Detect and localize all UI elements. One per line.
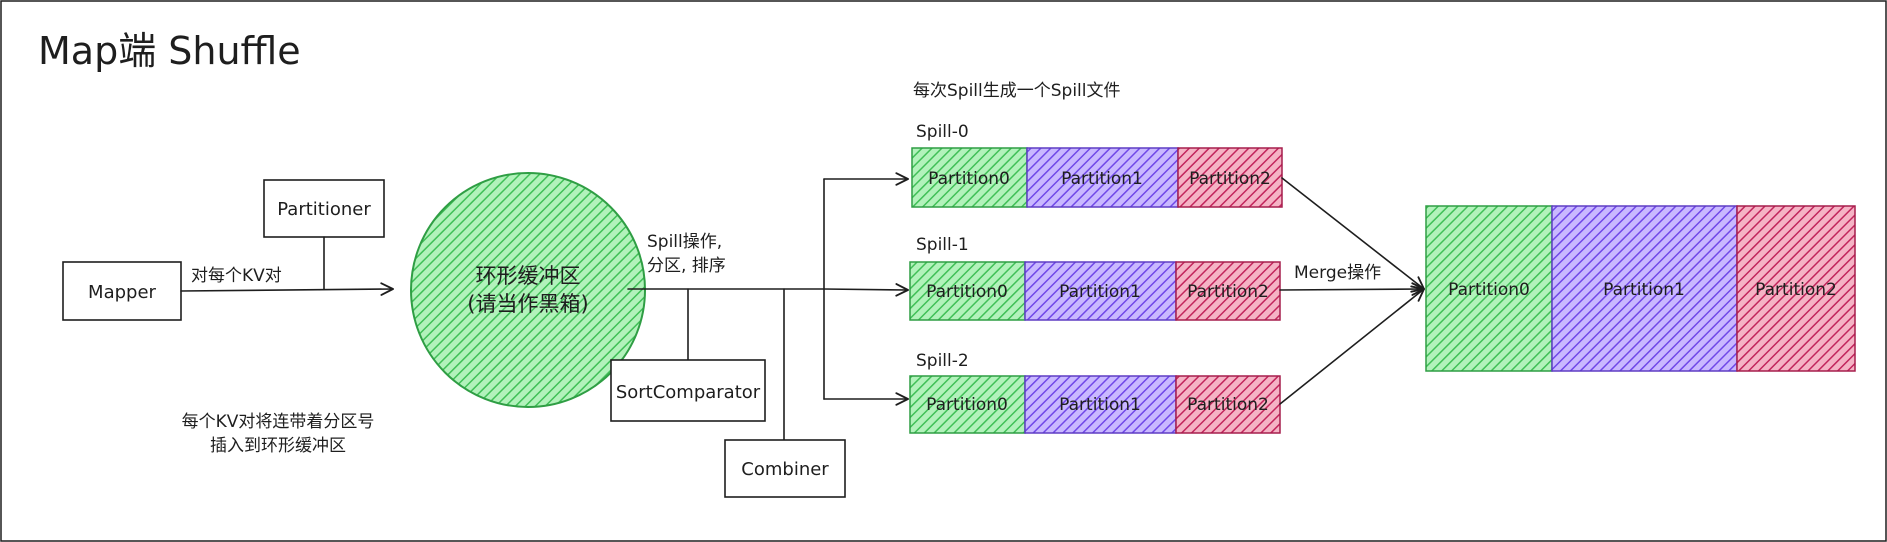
shuffle-diagram: Map端 Shuffle Mapper Partitioner 对每个KV对 环… [0,0,1887,542]
mapper-to-buffer-arrow [180,282,394,296]
partitioner-label: Partitioner [277,199,371,220]
ring-buffer-label: 环形缓冲区 [476,264,581,288]
spill-1-partition-1-label: Partition1 [1059,282,1141,302]
spill-0-file: Partition0 Partition1 Partition2 [911,147,1283,208]
merged-partition-0-label: Partition0 [1448,280,1530,300]
merged-partition-1-label: Partition1 [1603,280,1685,300]
arrow-to-spill-1 [823,283,909,297]
spill-op-sublabel: 分区, 排序 [647,256,726,276]
spill-2-file: Partition0 Partition1 Partition2 [909,375,1281,434]
kv-note-line1: 每个KV对将连带着分区号 [182,412,375,432]
spill-note: 每次Spill生成一个Spill文件 [913,81,1121,101]
spill-1-partition-2-label: Partition2 [1187,282,1269,302]
spill-1-file: Partition0 Partition1 Partition2 [909,261,1281,321]
merge-arrow-from-spill-1 [1279,282,1425,296]
kv-note-line2: 插入到环形缓冲区 [210,436,346,456]
merge-label: Merge操作 [1294,263,1381,283]
spill-0-partition-1-label: Partition1 [1061,169,1143,189]
spill-2-label: Spill-2 [916,351,969,371]
sort-comparator-label: SortComparator [616,382,761,403]
merged-file: Partition0 Partition1 Partition2 [1425,205,1856,372]
partitioner-node: Partitioner [263,179,385,238]
combiner-label: Combiner [741,459,829,480]
spill-2-partition-2-label: Partition2 [1187,395,1269,415]
spill-0-label: Spill-0 [916,122,969,142]
spill-2-partition-0-label: Partition0 [926,395,1008,415]
mapper-label: Mapper [88,282,156,303]
ring-buffer-sublabel: (请当作黑箱) [467,292,588,316]
sort-comparator-node: SortComparator [610,359,766,422]
mapper-node: Mapper [62,261,182,321]
spill-1-label: Spill-1 [916,235,969,255]
merged-partition-2-label: Partition2 [1755,280,1837,300]
spill-op-label: Spill操作, [647,232,722,252]
diagram-title: Map端 Shuffle [38,29,301,73]
ring-buffer-node: 环形缓冲区 (请当作黑箱) [410,172,646,408]
spill-0-partition-0-label: Partition0 [928,169,1010,189]
spill-2-partition-1-label: Partition1 [1059,395,1141,415]
spill-0-partition-2-label: Partition2 [1189,169,1271,189]
spill-1-partition-0-label: Partition0 [926,282,1008,302]
per-kv-label: 对每个KV对 [191,266,282,286]
merge-arrow-from-spill-2 [1279,288,1425,405]
combiner-node: Combiner [724,439,846,498]
